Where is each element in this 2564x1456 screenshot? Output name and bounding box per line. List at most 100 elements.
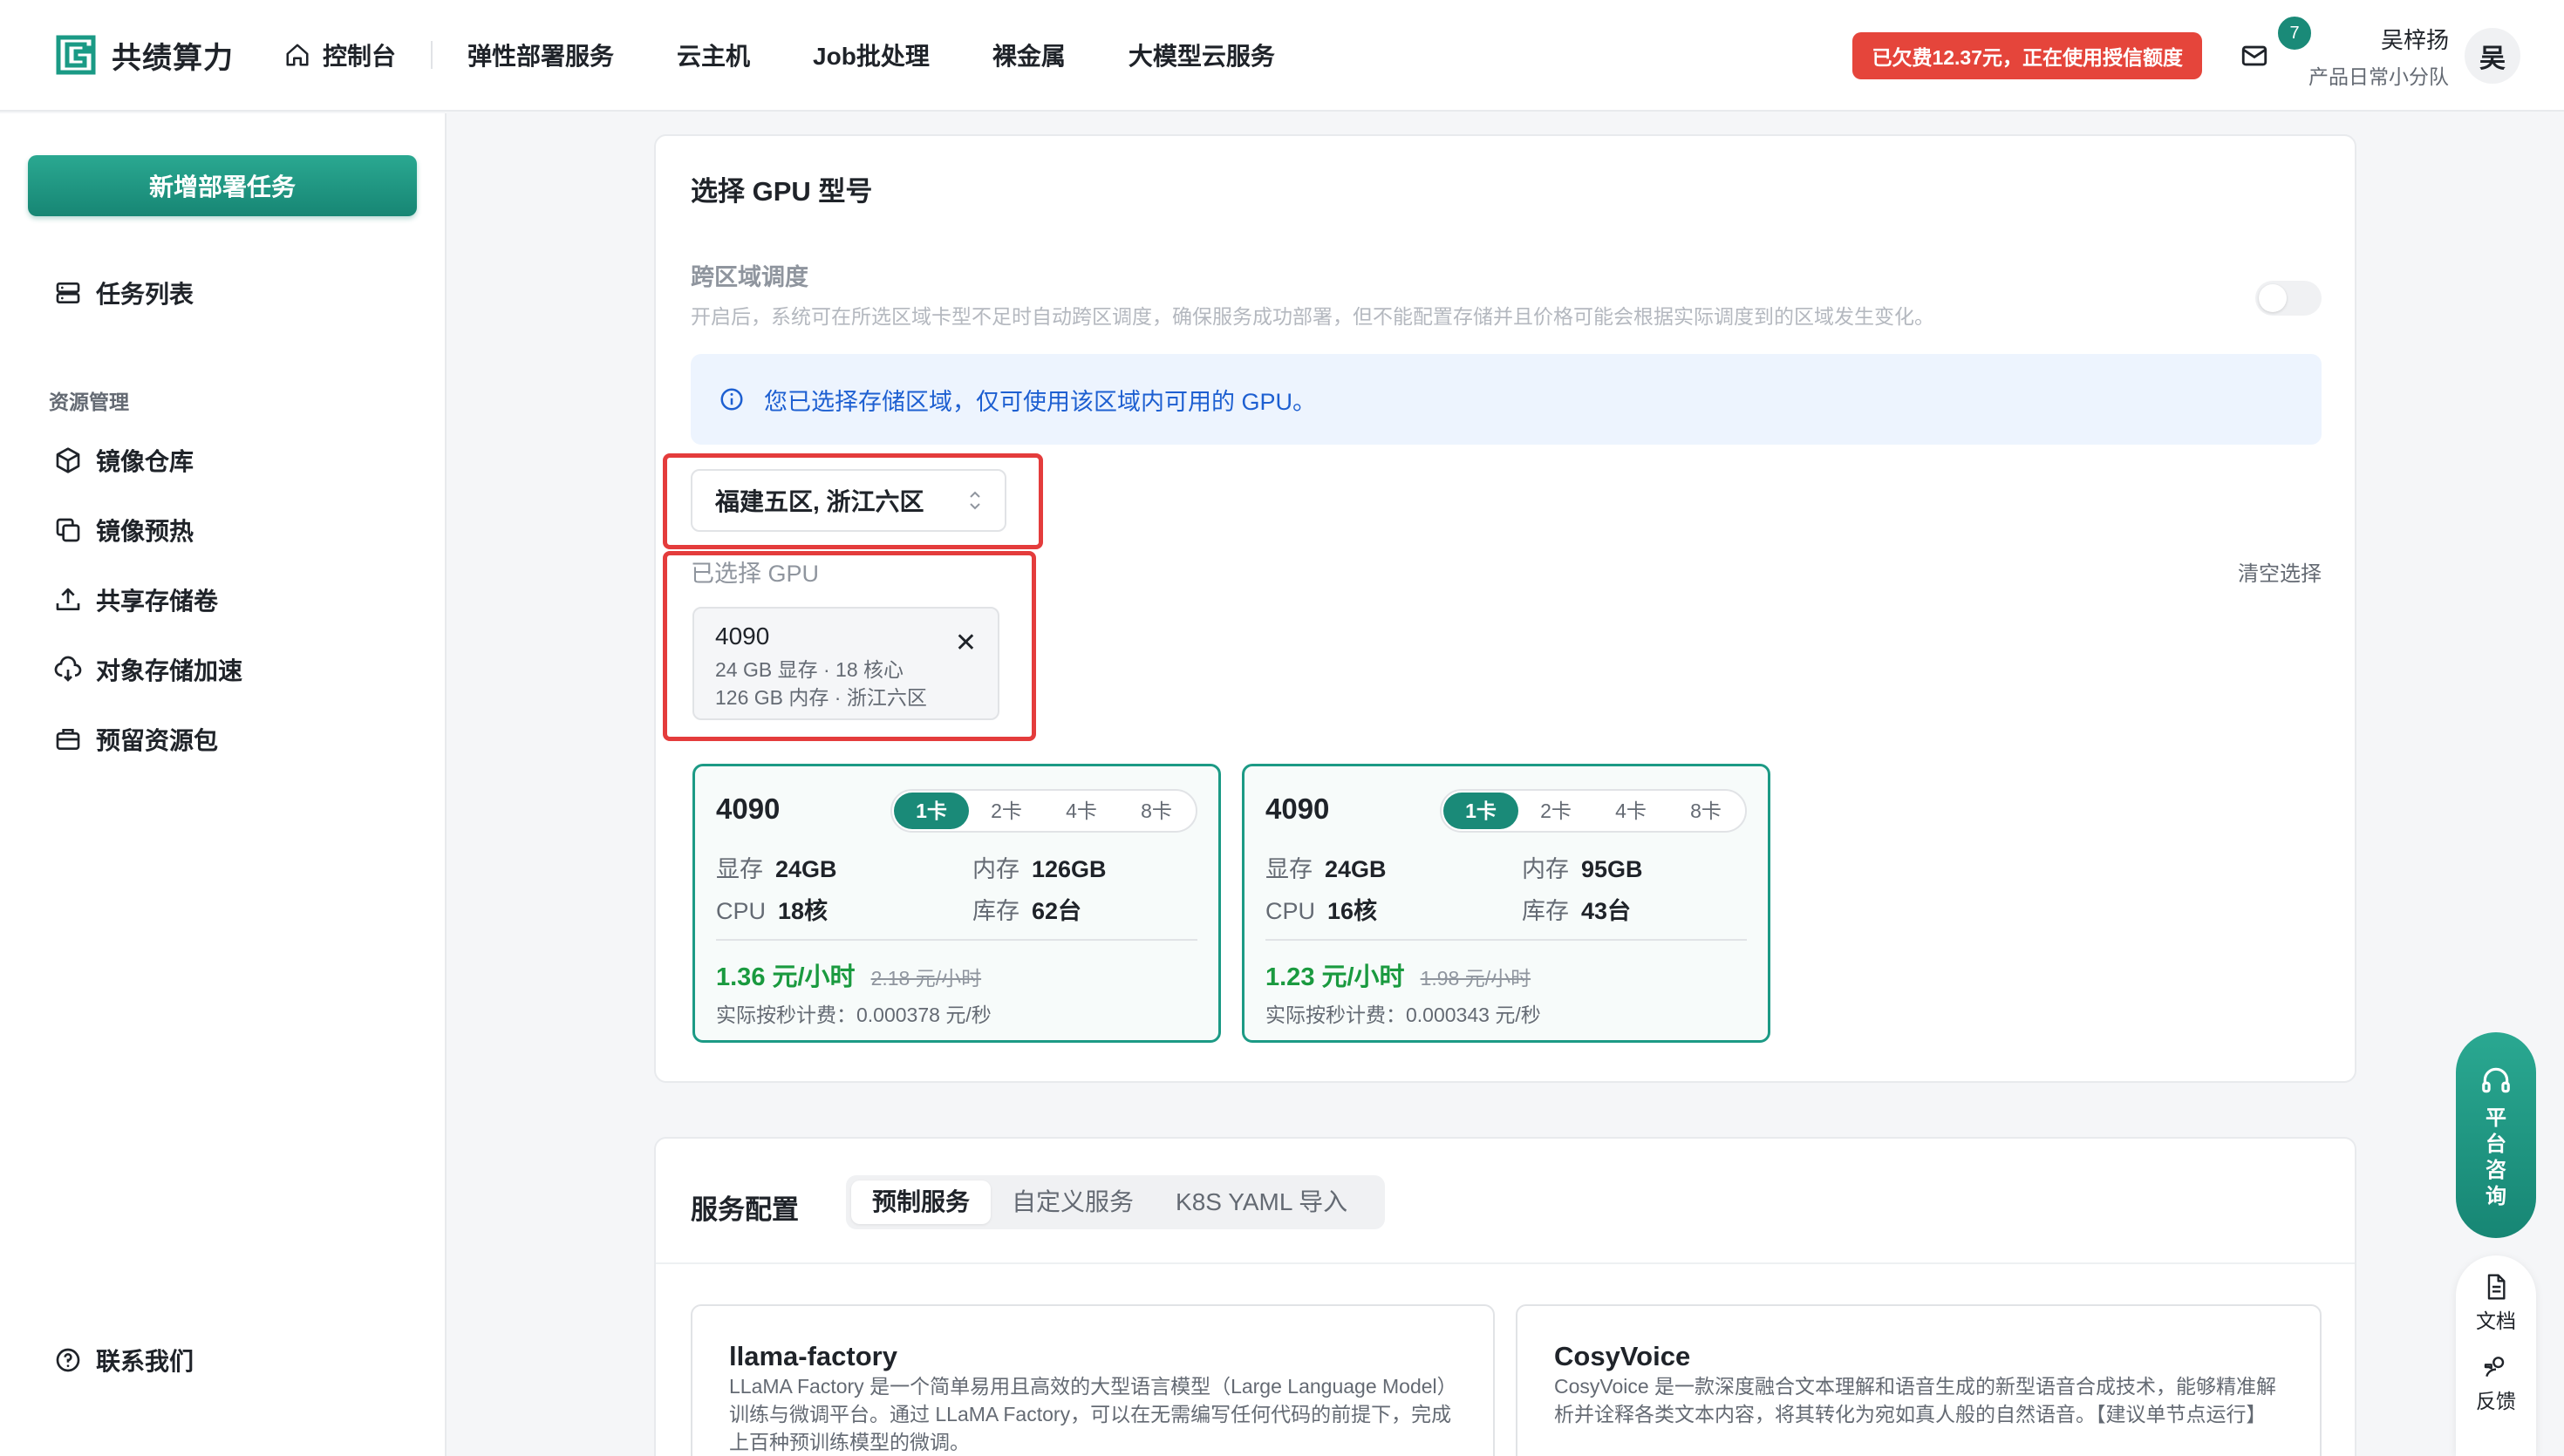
logo[interactable]: 共绩算力: [54, 33, 234, 77]
gpu-selection-card: 选择 GPU 型号 跨区域调度 开启后，系统可在所选区域卡型不足时自动跨区调度，…: [654, 134, 2356, 1083]
card-count-option[interactable]: 2卡: [969, 793, 1044, 829]
nav-bare-metal[interactable]: 裸金属: [992, 37, 1066, 72]
spec-label: 内存: [972, 856, 1019, 882]
gpu-name: 4090: [716, 793, 781, 825]
sidebar-item-shared-volume[interactable]: 共享存储卷: [54, 582, 218, 617]
spec-label: 内存: [1522, 856, 1569, 882]
cloud-download-icon: [54, 656, 82, 682]
spec-label: 显存: [716, 856, 763, 882]
spec-stock: 库存 43台: [1522, 892, 1631, 926]
nav-elastic-deploy[interactable]: 弹性部署服务: [467, 37, 614, 72]
per-second-price: 实际按秒计费：0.000343 元/秒: [1265, 1004, 1541, 1026]
template-desc: CosyVoice 是一款深度融合文本理解和语音生成的新型语音合成技术，能够精准…: [1554, 1375, 2277, 1425]
nav-llm-cloud[interactable]: 大模型云服务: [1129, 37, 1275, 72]
gpu-option-card[interactable]: 4090 1卡 2卡 4卡 8卡 显存 24GB 内存 95GB CPU 16核 库存…: [1242, 764, 1770, 1043]
sidebar-group-resources: 资源管理: [49, 391, 129, 413]
per-second-price: 实际按秒计费：0.000378 元/秒: [716, 1004, 992, 1026]
help-circle-icon: [56, 1348, 80, 1372]
box-icon: [56, 447, 80, 473]
gpu-section-title: 选择 GPU 型号: [691, 176, 873, 207]
template-card[interactable]: CosyVoice CosyVoice 是一款深度融合文本理解和语音生成的新型语…: [1516, 1304, 2322, 1456]
home-icon: [286, 44, 309, 66]
template-card[interactable]: llama-factory LLaMA Factory 是一个简单易用且高效的大…: [691, 1304, 1495, 1456]
card-count-option[interactable]: 4卡: [1593, 793, 1668, 829]
sidebar-item-reserved-pack[interactable]: 预留资源包: [54, 722, 218, 757]
card-count-option[interactable]: 8卡: [1668, 793, 1743, 829]
debt-badge[interactable]: 已欠费12.37元，正在使用授信额度: [1852, 32, 2202, 79]
card-count-selector: 1卡 2卡 4卡 8卡: [890, 789, 1197, 833]
tab-prebuilt-service[interactable]: 预制服务: [851, 1180, 992, 1224]
spec-vram: 显存 24GB: [716, 850, 837, 884]
sidebar-item-label: 镜像仓库: [96, 448, 194, 475]
brand-name: 共绩算力: [112, 41, 234, 75]
tab-custom-service[interactable]: 自定义服务: [991, 1180, 1155, 1224]
price-current: 1.23 元/小时: [1265, 963, 1405, 991]
spec-label: CPU: [1265, 898, 1316, 924]
sidebar-item-object-storage[interactable]: 对象存储加速: [54, 652, 242, 687]
spec-value: 43台: [1581, 898, 1632, 924]
sidebar-item-label: 任务列表: [96, 281, 194, 308]
card-count-option[interactable]: 4卡: [1044, 793, 1119, 829]
sidebar-item-image-preheat[interactable]: 镜像预热: [54, 513, 194, 548]
spec-label: CPU: [716, 898, 767, 924]
docs-button[interactable]: 文档: [2476, 1273, 2516, 1334]
sidebar-item-label: 共享存储卷: [96, 588, 219, 615]
spec-value: 24GB: [775, 856, 837, 882]
nav-job-batch[interactable]: Job批处理: [813, 37, 930, 72]
spec-stock: 库存 62台: [972, 892, 1081, 926]
nav-divider: [431, 41, 433, 69]
top-navbar: 共绩算力 控制台 弹性部署服务 云主机 Job批处理 裸金属 大模型云服务 已欠…: [0, 0, 2564, 112]
gpu-name: 4090: [1265, 793, 1330, 825]
sidebar: 新增部署任务 任务列表 资源管理 镜像仓库 镜像预热 共享存储卷 对象存储加速 …: [0, 113, 447, 1456]
docs-label: 文档: [2476, 1310, 2516, 1332]
sidebar-item-label: 镜像预热: [96, 518, 194, 545]
mail-button[interactable]: 7: [2237, 14, 2314, 73]
spec-value: 95GB: [1581, 856, 1643, 882]
card-count-option[interactable]: 1卡: [894, 793, 969, 829]
tab-k8s-yaml-import[interactable]: K8S YAML 导入: [1155, 1180, 1368, 1224]
headset-icon: [2482, 1067, 2510, 1093]
feedback-button[interactable]: 反馈: [2476, 1353, 2516, 1414]
clear-selection-link[interactable]: 清空选择: [2238, 556, 2322, 587]
sidebar-item-image-repo[interactable]: 镜像仓库: [54, 443, 194, 478]
card-count-selector: 1卡 2卡 4卡 8卡: [1440, 789, 1747, 833]
divider: [1265, 939, 1747, 941]
sidebar-item-label: 对象存储加速: [96, 657, 243, 684]
nav-console[interactable]: 控制台: [284, 37, 396, 72]
card-count-option[interactable]: 8卡: [1119, 793, 1194, 829]
contact-us-label: 联系我们: [96, 1348, 194, 1375]
mail-icon: [2241, 45, 2267, 66]
spec-cpu: CPU 18核: [716, 892, 828, 926]
contact-us[interactable]: 联系我们: [54, 1343, 194, 1378]
logo-icon: [54, 33, 98, 77]
nav-cloud-host[interactable]: 云主机: [677, 37, 750, 72]
cross-region-desc: 开启后，系统可在所选区域卡型不足时自动跨区调度，确保服务成功部署，但不能配置存储…: [691, 305, 1934, 328]
spec-vram: 显存 24GB: [1265, 850, 1387, 884]
upload-icon: [56, 588, 80, 610]
avatar[interactable]: 吴: [2465, 28, 2520, 84]
highlight-selected-box: [663, 551, 1036, 741]
service-config-card: 服务配置 预制服务 自定义服务 K8S YAML 导入 llama-factor…: [654, 1137, 2356, 1456]
cross-region-toggle[interactable]: [2255, 281, 2322, 316]
spec-value: 16核: [1327, 898, 1378, 924]
gpu-option-card[interactable]: 4090 1卡 2卡 4卡 8卡 显存 24GB 内存 126GB CPU 18核 库…: [692, 764, 1221, 1043]
new-deploy-task-button[interactable]: 新增部署任务: [28, 155, 417, 216]
platform-consult-button[interactable]: 平台咨询: [2456, 1032, 2536, 1238]
user-info[interactable]: 吴梓扬 产品日常小分队: [2308, 23, 2449, 90]
main-nav: 控制台 弹性部署服务 云主机 Job批处理 裸金属 大模型云服务: [284, 0, 1338, 110]
template-name: llama-factory: [729, 1341, 897, 1371]
service-section-title: 服务配置: [691, 1194, 799, 1225]
spec-memory: 内存 126GB: [972, 850, 1107, 884]
price-current: 1.36 元/小时: [716, 963, 856, 991]
highlight-region-box: [663, 453, 1043, 549]
consult-label: 平台咨询: [2486, 1106, 2506, 1208]
divider: [716, 939, 1197, 941]
card-count-option[interactable]: 1卡: [1443, 793, 1518, 829]
template-desc: LLaMA Factory 是一个简单易用且高效的大型语言模型（Large La…: [729, 1375, 1452, 1453]
price-original: 2.18 元/小时: [870, 967, 982, 990]
card-count-option[interactable]: 2卡: [1518, 793, 1593, 829]
spec-value: 18核: [778, 898, 829, 924]
spec-memory: 内存 95GB: [1522, 850, 1643, 884]
sidebar-item-task-list[interactable]: 任务列表: [54, 276, 194, 310]
price-row: 1.23 元/小时 1.98 元/小时: [1265, 956, 1531, 993]
